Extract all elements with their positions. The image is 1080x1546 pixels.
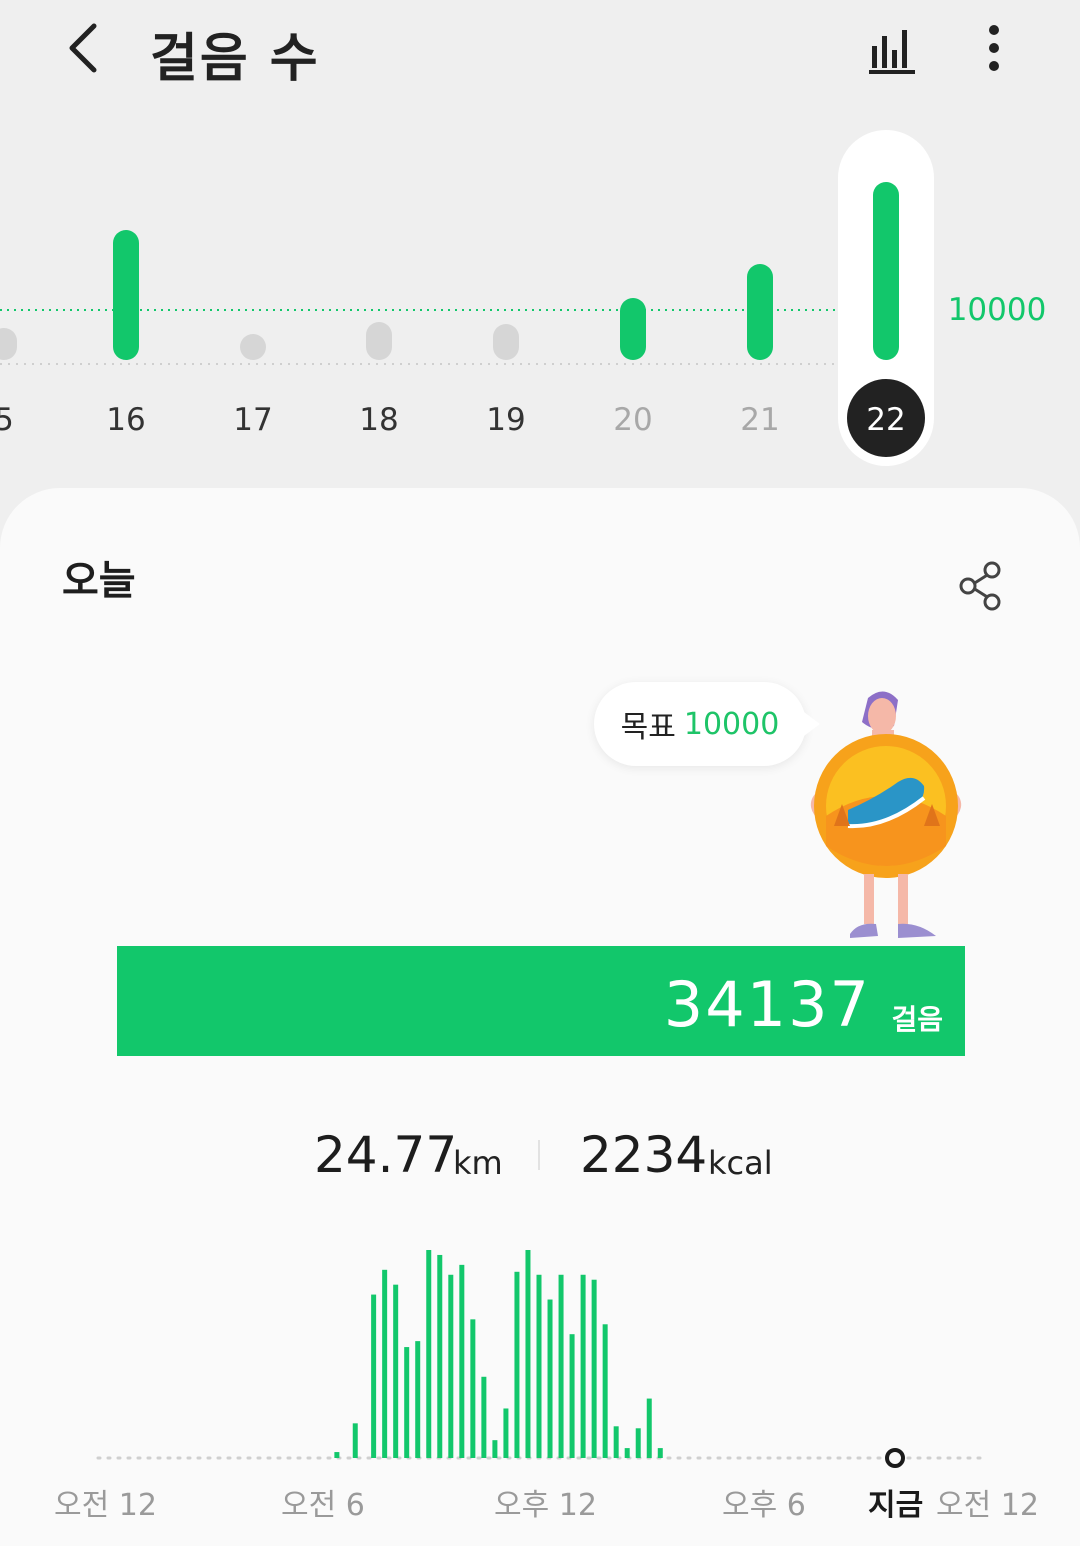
hour-bar [635, 1428, 641, 1458]
share-button[interactable] [956, 560, 1004, 612]
hour-bar [514, 1271, 520, 1458]
axis-label-12am: 오전 12 [54, 1488, 157, 1523]
day-label-22: 22 [866, 402, 905, 438]
hour-bar [525, 1250, 531, 1458]
axis-label-6pm: 오후 6 [722, 1488, 806, 1523]
day-bar-19 [493, 324, 519, 360]
hour-bar [393, 1284, 399, 1458]
goal-bubble: 목표 10000 [594, 682, 820, 766]
day-bar-16 [113, 230, 139, 360]
hour-bar [415, 1341, 421, 1458]
day-label-21: 21 [740, 402, 779, 438]
hour-bar [624, 1448, 630, 1458]
more-vertical-icon [989, 25, 999, 71]
day-label-18: 18 [359, 402, 398, 438]
axis-label-12pm: 오후 12 [494, 1488, 597, 1523]
hourly-steps-chart[interactable] [0, 1230, 1080, 1470]
steps-progress-bar: 34137 걸음 [117, 946, 965, 1056]
hour-bar [558, 1274, 564, 1458]
hour-bar [426, 1250, 432, 1458]
goal-label: 목표 [620, 710, 676, 745]
hour-bar [437, 1254, 443, 1458]
steps-count: 34137 [663, 968, 871, 1041]
day-bar-5 [0, 328, 17, 360]
hour-bar [448, 1274, 454, 1458]
day-label-19: 19 [486, 402, 525, 438]
back-button[interactable] [60, 20, 110, 76]
stats-divider [538, 1140, 540, 1170]
day-bar-18 [366, 322, 392, 360]
hour-bar [646, 1398, 652, 1458]
axis-label-now: 지금 [868, 1488, 924, 1523]
day-bar-21 [747, 264, 773, 360]
goal-label-10000: 10000 [948, 292, 1047, 328]
chevron-left-icon [69, 23, 97, 73]
hour-bar [371, 1294, 377, 1458]
axis-label-end-12am: 오전 12 [936, 1488, 1039, 1523]
hour-bar [352, 1423, 358, 1458]
hour-bar [382, 1269, 388, 1458]
mascot-badge-illustration [810, 691, 962, 938]
hour-bar [547, 1299, 553, 1458]
hour-bar [602, 1324, 608, 1458]
hour-bar [536, 1274, 542, 1458]
hour-bar [580, 1274, 586, 1458]
hour-bar [404, 1347, 410, 1458]
bar-chart-icon [869, 30, 915, 74]
today-title: 오늘 [62, 558, 136, 604]
distance-unit: km [453, 1144, 503, 1182]
goal-value: 10000 [683, 706, 780, 742]
day-label-16: 16 [106, 402, 145, 438]
hour-bar [459, 1264, 465, 1458]
hour-bar [503, 1408, 509, 1458]
page-title: 걸음 수 [150, 29, 320, 89]
now-marker [885, 1448, 905, 1468]
hour-bar [613, 1426, 619, 1458]
day-label-5: 5 [0, 402, 14, 438]
day-bar-20 [620, 298, 646, 360]
calories-unit: kcal [708, 1144, 773, 1182]
axis-label-6am: 오전 6 [281, 1488, 365, 1523]
hour-bar [591, 1279, 597, 1458]
more-options-button[interactable] [976, 22, 1012, 76]
day-label-20: 20 [613, 402, 652, 438]
steps-unit: 걸음 [891, 1003, 943, 1036]
distance-value: 24.77 [314, 1126, 458, 1184]
hour-bar [657, 1448, 663, 1458]
share-icon [959, 561, 1001, 611]
hour-bar [569, 1334, 575, 1458]
hour-bar [334, 1452, 340, 1458]
day-label-17: 17 [233, 402, 272, 438]
day-bar-22 [873, 182, 899, 360]
calories-value: 2234 [580, 1126, 708, 1184]
day-bar-17 [240, 334, 266, 360]
daily-steps-chart[interactable]: 5 16 17 18 19 20 21 22 10000 [0, 120, 1080, 480]
top-app-bar: 걸음 수 [0, 0, 1080, 110]
hour-bar [470, 1319, 476, 1458]
chart-view-button[interactable] [866, 22, 920, 76]
hour-bar [492, 1440, 498, 1458]
hour-bar [481, 1376, 487, 1458]
